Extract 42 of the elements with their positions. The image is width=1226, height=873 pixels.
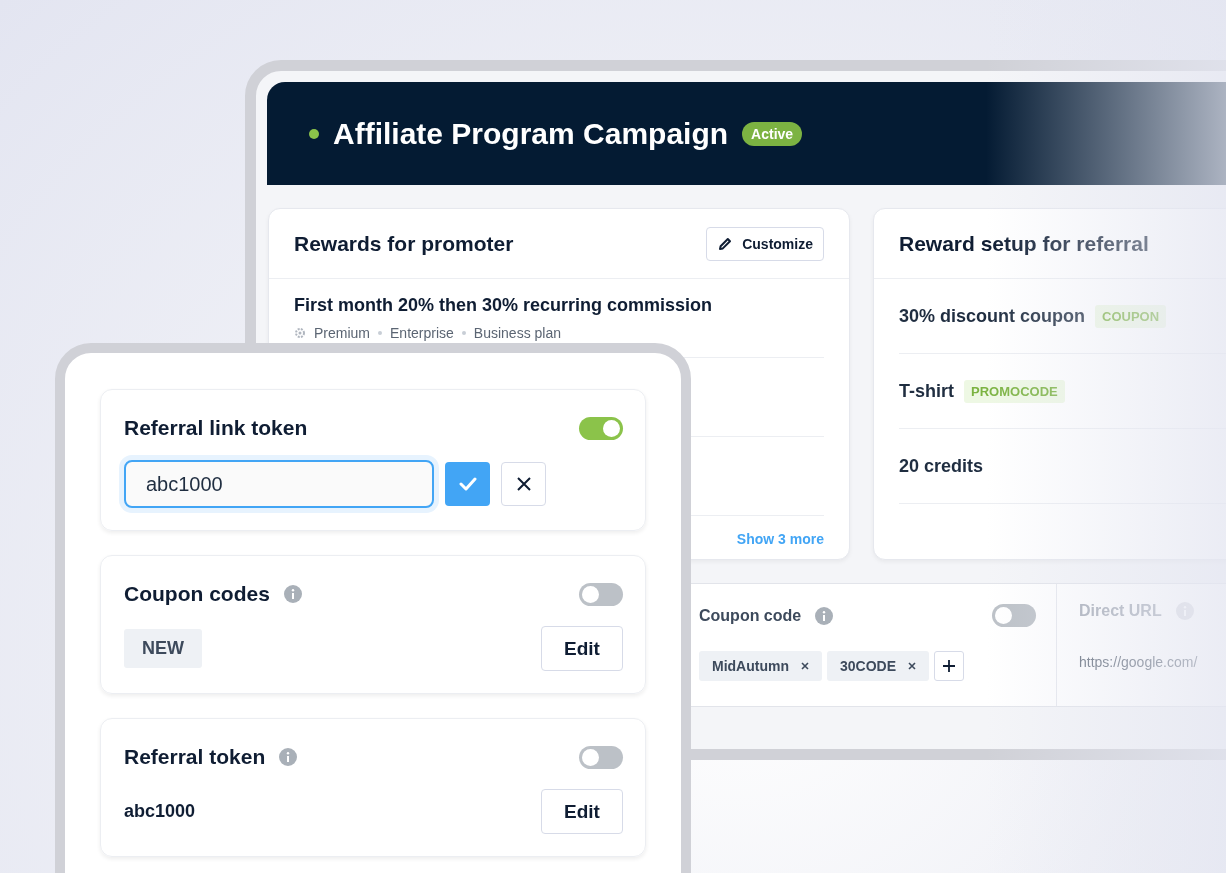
reward-tag: PROMOCODE — [964, 379, 1065, 403]
code-chip[interactable]: 30CODE — [827, 651, 929, 681]
reward-tag: COUPON — [1095, 304, 1167, 328]
cancel-button[interactable] — [501, 462, 546, 506]
reward-name: 20 credits — [899, 455, 984, 477]
card-title: Reward setup for referral — [899, 231, 1149, 256]
plan-label: Enterprise — [390, 325, 454, 341]
customize-button[interactable]: Customize — [706, 226, 824, 261]
add-button[interactable] — [934, 651, 964, 681]
url-text: https://google.com/ — [1079, 654, 1198, 670]
gear-icon — [294, 327, 306, 339]
card-title: Rewards for promoter — [294, 231, 514, 256]
card-title: Referral link token — [124, 416, 308, 440]
section-title: Coupon code — [699, 606, 802, 625]
reward-title: First month 20% then 30% recurring commission — [294, 295, 714, 316]
close-icon — [516, 477, 531, 491]
reward-name: 30% discount coupon — [899, 305, 1085, 327]
toggle-switch[interactable] — [992, 604, 1036, 627]
toggle-switch[interactable] — [579, 745, 623, 769]
toggle-switch[interactable] — [579, 416, 623, 440]
pencil-icon — [717, 235, 734, 252]
card-title: Coupon codes — [124, 582, 270, 606]
status-badge: Active — [742, 121, 803, 146]
plus-icon — [943, 660, 955, 672]
card-title: Referral token — [124, 745, 266, 769]
reward-name: T-shirt — [899, 380, 954, 402]
toggle-switch[interactable] — [579, 582, 623, 606]
plan-label: Business plan — [473, 325, 561, 341]
separator-dot — [378, 331, 382, 335]
plan-label: Premium — [314, 325, 370, 341]
edit-button[interactable]: Edit — [541, 626, 623, 671]
remove-icon — [801, 662, 809, 670]
remove-icon — [908, 662, 916, 670]
check-icon — [458, 477, 477, 491]
confirm-button[interactable] — [445, 462, 490, 506]
edit-button[interactable]: Edit — [541, 789, 623, 834]
code-tag: NEW — [124, 629, 202, 668]
campaign-title: Affiliate Program Campaign — [333, 116, 729, 151]
token-input-field[interactable]: abc1000 — [124, 460, 434, 508]
token-value: abc1000 — [124, 801, 196, 822]
code-chip[interactable]: MidAutumn — [699, 651, 822, 681]
separator-dot — [461, 331, 466, 335]
